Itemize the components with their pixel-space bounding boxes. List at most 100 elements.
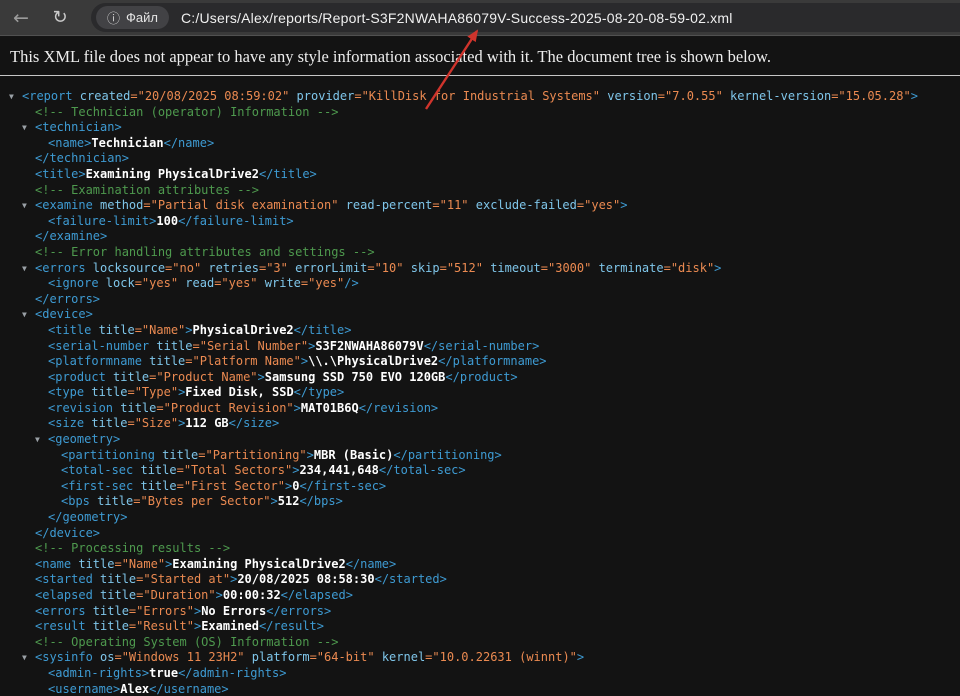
xml-tag: </elapsed> [281,588,353,602]
xml-attribute-value: ="Partial disk examination" [143,198,338,212]
collapse-toggle-icon[interactable]: ▼ [22,201,27,211]
xml-tag: > [258,370,265,384]
xml-comment: <!-- Operating System (OS) Information -… [35,635,338,649]
xml-tag: </errors> [35,292,100,306]
xml-attribute-value: ="yes" [135,276,178,290]
xml-tag: </failure-limit> [178,214,294,228]
xml-line: <bps title="Bytes per Sector">512</bps> [0,494,960,510]
collapse-toggle-icon[interactable]: ▼ [35,435,40,445]
xml-attribute-name: title [113,370,149,384]
xml-tag: <examine [35,198,100,212]
xml-line: <username>Alex</username> [0,682,960,696]
xml-text-content: 512 [278,494,300,508]
xml-attribute-name: errorLimit [288,261,367,275]
xml-line: <started title="Started at">20/08/2025 0… [0,572,960,588]
reload-icon: ↻ [52,7,67,28]
xml-attribute-name: title [149,354,185,368]
xml-attribute-name: exclude-failed [469,198,577,212]
xml-attribute-name: os [100,650,114,664]
xml-line: <platformname title="Platform Name">\\.\… [0,354,960,370]
xml-tag: </technician> [35,151,129,165]
collapse-toggle-icon[interactable]: ▼ [22,653,27,663]
xml-tag: <platformname [48,354,149,368]
xml-attribute-value: ="Type" [127,385,178,399]
xml-line: <failure-limit>100</failure-limit> [0,214,960,230]
xml-tag: <first-sec [61,479,140,493]
xml-line: <ignore lock="yes" read="yes" write="yes… [0,276,960,292]
xml-text-content: 100 [156,214,178,228]
xml-attribute-value: ="3" [259,261,288,275]
collapse-toggle-icon[interactable]: ▼ [9,92,14,102]
xml-attribute-value: ="20/08/2025 08:59:02" [130,89,289,103]
xml-attribute-name: title [140,463,176,477]
xml-comment: <!-- Error handling attributes and setti… [35,245,375,259]
xml-attribute-name: locksource [93,261,165,275]
xml-tag: <serial-number [48,339,156,353]
xml-line: ▼ <device> [0,307,960,323]
collapse-toggle-icon[interactable]: ▼ [22,310,27,320]
xml-attribute-name: write [258,276,301,290]
xml-tag: </product> [445,370,517,384]
xml-attribute-value: ="yes" [301,276,344,290]
xml-line: ▼<sysinfo os="Windows 11 23H2" platform=… [0,650,960,666]
xml-attribute-value: ="Result" [129,619,194,633]
xml-tag: </serial-number> [424,339,540,353]
xml-comment: <!-- Examination attributes --> [35,183,259,197]
xml-tag: <username> [48,682,120,696]
xml-attribute-value: ="Bytes per Sector" [133,494,270,508]
xml-tag: </bps> [299,494,342,508]
xml-tag: <errors [35,261,93,275]
xml-line: <name title="Name">Examining PhysicalDri… [0,557,960,573]
reload-button[interactable]: ↻ [45,3,75,33]
collapse-toggle-icon[interactable]: ▼ [22,264,27,274]
xml-tag: > [185,323,192,337]
xml-tag: </name> [164,136,215,150]
xml-tag: <report [22,89,80,103]
xml-tag: <total-sec [61,463,140,477]
address-bar[interactable]: ⓘ Файл C:/Users/Alex/reports/Report-S3F2… [91,3,960,32]
xml-attribute-name: platform [245,650,310,664]
xml-attribute-value: ="Windows 11 23H2" [114,650,244,664]
xml-attribute-name: title [140,479,176,493]
xml-comment: <!-- Technician (operator) Information -… [35,105,338,119]
xml-tag: <title [48,323,99,337]
xml-attribute-name: title [162,448,198,462]
xml-tag: > [714,261,721,275]
xml-line: </technician> [0,151,960,167]
xml-tag: <size [48,416,91,430]
xml-tag: </revision> [359,401,438,415]
xml-line: <name>Technician</name> [0,136,960,152]
xml-tag: </geometry> [48,510,127,524]
xml-text-content: Alex [120,682,149,696]
browser-toolbar: ← ↻ ⓘ Файл C:/Users/Alex/reports/Report-… [0,0,960,36]
xml-attribute-value: ="10" [367,261,403,275]
xml-line: <total-sec title="Total Sectors">234,441… [0,463,960,479]
xml-tag: <technician> [35,120,122,134]
xml-tag: <errors [35,604,93,618]
xml-tag: <admin-rights> [48,666,149,680]
xml-tag: <device> [35,307,93,321]
xml-line: <first-sec title="First Sector">0</first… [0,479,960,495]
xml-tag: </type> [294,385,345,399]
xml-tag: > [620,198,627,212]
xml-text-content: No Errors [201,604,266,618]
xml-tag: <name [35,557,78,571]
collapse-toggle-icon[interactable]: ▼ [22,123,27,133]
xml-tag: </username> [149,682,228,696]
xml-line: ▼<geometry> [0,432,960,448]
xml-attribute-value: ="Duration" [136,588,215,602]
file-scheme-chip[interactable]: ⓘ Файл [96,6,169,29]
xml-attribute-name: lock [106,276,135,290]
back-button[interactable]: ← [6,3,36,33]
xml-text-content: Examined [201,619,259,633]
xml-line: ▼<report created="20/08/2025 08:59:02" p… [0,89,960,105]
xml-line: <!-- Operating System (OS) Information -… [0,635,960,651]
xml-attribute-value: ="yes" [214,276,257,290]
xml-text-content: 112 GB [185,416,228,430]
xml-attribute-name: kernel-version [723,89,831,103]
xml-style-notice: This XML file does not appear to have an… [0,37,960,67]
xml-text-content: 234,441,648 [299,463,378,477]
xml-line: ▼<examine method="Partial disk examinati… [0,198,960,214]
xml-attribute-name: title [120,401,156,415]
xml-line: <elapsed title="Duration">00:00:32</elap… [0,588,960,604]
